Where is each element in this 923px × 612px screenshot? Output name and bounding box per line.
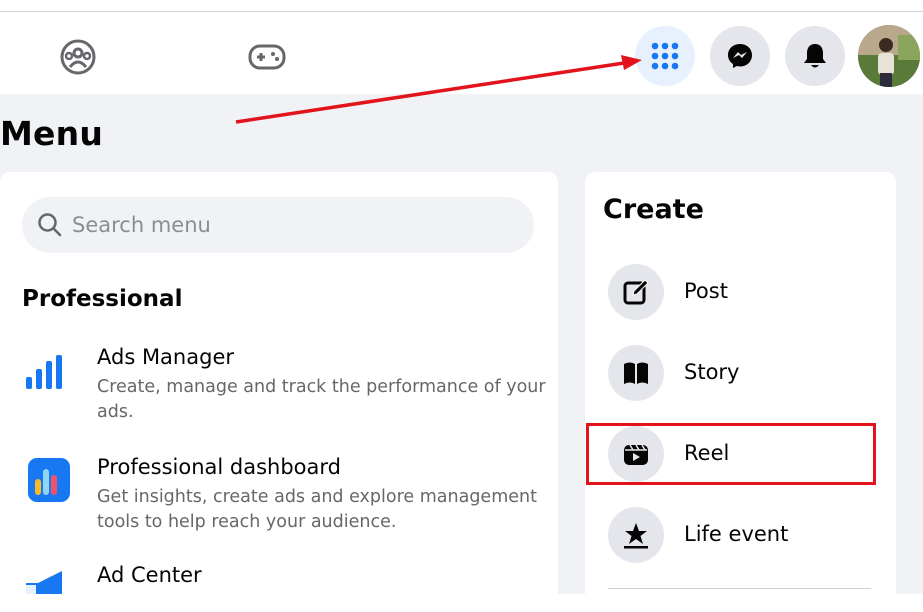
create-divider	[608, 588, 871, 589]
reel-highlight-annotation	[586, 423, 876, 485]
notifications-bell-icon	[804, 44, 826, 68]
search-menu-input[interactable]: Search menu	[22, 197, 534, 253]
professional-heading: Professional	[22, 286, 183, 312]
top-navigation-bar	[0, 12, 923, 94]
ad-center-title: Ad Center	[97, 563, 202, 587]
profile-avatar[interactable]	[858, 25, 920, 87]
notifications-button[interactable]	[785, 26, 845, 86]
create-life-event-item[interactable]: Life event	[608, 507, 878, 567]
create-story-item[interactable]: Story	[608, 345, 878, 405]
life-event-star-icon	[624, 523, 648, 549]
search-icon	[38, 213, 62, 237]
search-placeholder: Search menu	[72, 213, 211, 237]
ads-manager-title: Ads Manager	[97, 345, 234, 369]
professional-dashboard-item[interactable]: Professional dashboard Get insights, cre…	[22, 455, 552, 540]
story-book-icon	[624, 362, 648, 384]
professional-dashboard-description: Get insights, create ads and explore man…	[97, 487, 537, 532]
menu-title: Menu	[0, 114, 104, 153]
ads-manager-bar-chart-icon	[26, 355, 62, 389]
ads-manager-item[interactable]: Ads Manager Create, manage and track the…	[22, 345, 552, 430]
menu-grid-button[interactable]	[635, 26, 695, 86]
messenger-button[interactable]	[710, 26, 770, 86]
browser-top-edge	[0, 0, 923, 12]
create-life-event-label: Life event	[684, 522, 789, 546]
megaphone-icon	[26, 571, 62, 594]
create-story-label: Story	[684, 360, 740, 384]
create-heading: Create	[603, 194, 704, 225]
edit-post-icon	[623, 279, 649, 305]
professional-dashboard-icon	[28, 458, 70, 502]
menu-grid-icon	[651, 42, 679, 70]
ad-center-item[interactable]: Ad Center	[22, 563, 552, 594]
ads-manager-description: Create, manage and track the performance…	[97, 377, 546, 422]
professional-dashboard-title: Professional dashboard	[97, 455, 341, 479]
create-post-label: Post	[684, 279, 728, 303]
groups-icon[interactable]	[58, 37, 98, 77]
gaming-icon[interactable]	[245, 39, 289, 75]
create-post-item[interactable]: Post	[608, 264, 878, 324]
messenger-icon	[728, 44, 752, 68]
